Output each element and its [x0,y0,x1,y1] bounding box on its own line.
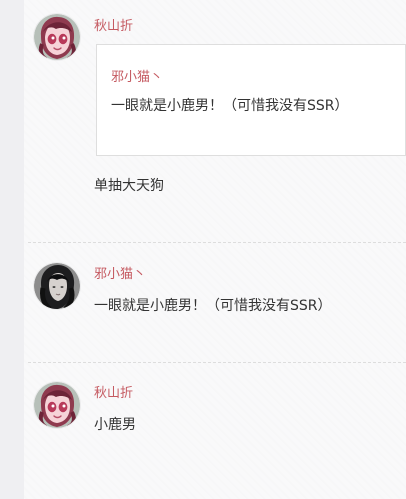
anime-girl-avatar-icon[interactable] [34,382,80,428]
comment-text: 小鹿男 [94,417,136,433]
anime-girl-avatar-icon[interactable] [34,14,80,60]
comment-author[interactable]: 秋山折 [94,385,133,403]
dark-hair-girl-avatar-icon[interactable] [34,263,80,309]
comment-text: 单抽大天狗 [94,178,164,194]
left-margin [0,0,24,499]
quoted-reply-text: 一眼就是小鹿男！（可惜我没有SSR） [111,98,349,114]
comment-author[interactable]: 邪小猫丶 [94,266,146,284]
quoted-reply-box: 邪小猫丶 一眼就是小鹿男！（可惜我没有SSR） [96,44,406,156]
comment-item-3: 秋山折 小鹿男 [28,362,406,499]
comment-author[interactable]: 秋山折 [94,18,133,36]
comment-text: 一眼就是小鹿男！（可惜我没有SSR） [94,298,332,314]
quoted-reply-author[interactable]: 邪小猫丶 [111,69,163,87]
comment-item-1: 秋山折 邪小猫丶 一眼就是小鹿男！（可惜我没有SSR） 单抽大天狗 [28,0,406,240]
comment-thread-page: 秋山折 邪小猫丶 一眼就是小鹿男！（可惜我没有SSR） 单抽大天狗 邪小猫丶 一… [0,0,406,499]
comment-item-2: 邪小猫丶 一眼就是小鹿男！（可惜我没有SSR） [28,242,406,362]
